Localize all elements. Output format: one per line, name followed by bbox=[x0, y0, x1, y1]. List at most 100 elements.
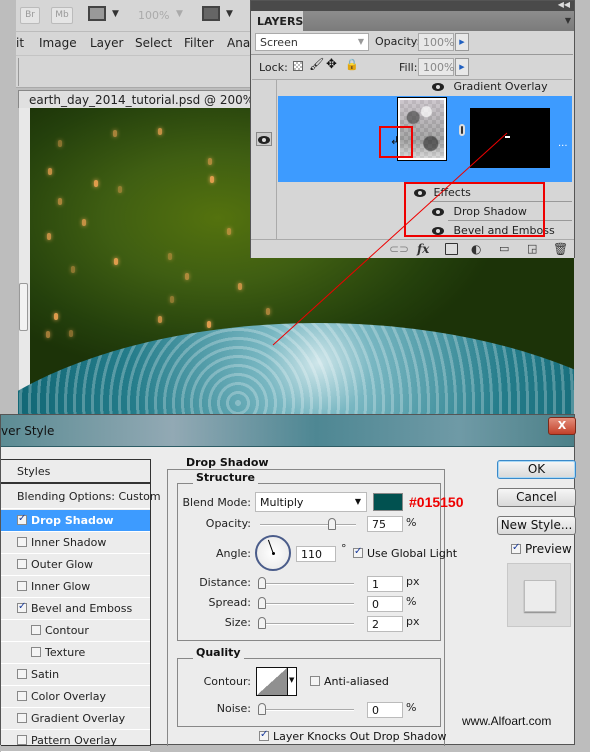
blend-mode-select[interactable]: Multiply ▼ bbox=[255, 492, 367, 512]
cancel-button[interactable]: Cancel bbox=[497, 488, 576, 507]
angle-dial[interactable] bbox=[255, 535, 291, 571]
style-item-contour[interactable]: Contour bbox=[1, 620, 150, 642]
checkbox[interactable] bbox=[17, 691, 27, 701]
bridge-button[interactable]: Br bbox=[20, 7, 40, 24]
new-style-button[interactable]: New Style... bbox=[497, 516, 576, 535]
style-item-bevel-and-emboss[interactable]: Bevel and Emboss bbox=[1, 598, 150, 620]
checkbox[interactable] bbox=[17, 537, 27, 547]
panel-menu-icon[interactable]: ▼ bbox=[565, 16, 571, 25]
style-item-satin[interactable]: Satin bbox=[1, 664, 150, 686]
spread-slider[interactable] bbox=[258, 597, 354, 609]
checkbox[interactable] bbox=[511, 542, 521, 554]
lock-image-brush-icon[interactable]: 🖌 bbox=[309, 57, 324, 71]
checkbox[interactable] bbox=[17, 513, 27, 525]
chevron-down-icon[interactable]: ▼ bbox=[176, 9, 183, 19]
fill-slider-button[interactable]: ▶ bbox=[455, 58, 469, 76]
checkbox[interactable] bbox=[310, 676, 320, 686]
style-item-inner-glow[interactable]: Inner Glow bbox=[1, 576, 150, 598]
style-item-inner-shadow[interactable]: Inner Shadow bbox=[1, 532, 150, 554]
style-item-gradient-overlay[interactable]: Gradient Overlay bbox=[1, 708, 150, 730]
knockout-checkbox[interactable]: Layer Knocks Out Drop Shadow bbox=[259, 729, 447, 743]
close-button[interactable]: X bbox=[548, 417, 576, 435]
ok-button[interactable]: OK bbox=[497, 460, 576, 479]
menu-select[interactable]: Select bbox=[135, 36, 172, 50]
checkbox[interactable] bbox=[17, 581, 27, 591]
chevron-down-icon[interactable]: ▼ bbox=[226, 9, 233, 19]
lock-all-icon[interactable]: 🔒 bbox=[345, 58, 359, 71]
lock-position-icon[interactable]: ✥ bbox=[326, 57, 337, 72]
opacity-input[interactable]: 75 bbox=[367, 516, 403, 532]
opacity-slider[interactable] bbox=[260, 518, 356, 530]
layer-mask-thumbnail[interactable] bbox=[470, 108, 550, 168]
new-group-icon[interactable]: ▭ bbox=[499, 242, 509, 255]
scrollbar-thumb[interactable] bbox=[19, 283, 28, 331]
new-layer-icon[interactable]: ◲ bbox=[527, 242, 537, 255]
menu-edit[interactable]: it bbox=[16, 36, 24, 50]
zoom-level-field[interactable]: 100% bbox=[138, 9, 169, 22]
opacity-slider-button[interactable]: ▶ bbox=[455, 33, 469, 51]
effect-gradient-overlay[interactable]: Gradient Overlay bbox=[432, 80, 548, 93]
tab-layers[interactable]: LAYERS bbox=[251, 11, 303, 31]
checkbox[interactable] bbox=[17, 601, 27, 613]
slider-knob[interactable] bbox=[258, 617, 266, 629]
view-extras-icon[interactable] bbox=[88, 6, 106, 21]
vertical-scrollbar[interactable] bbox=[18, 108, 30, 414]
menu-layer[interactable]: Layer bbox=[90, 36, 123, 50]
eye-icon[interactable] bbox=[432, 83, 444, 91]
size-input[interactable]: 2 bbox=[367, 616, 403, 632]
menu-image[interactable]: Image bbox=[39, 36, 77, 50]
slider-knob[interactable] bbox=[258, 597, 266, 609]
document-tab[interactable]: earth_day_2014_tutorial.psd @ 200% (Ice0… bbox=[18, 90, 295, 108]
spread-input[interactable]: 0 bbox=[367, 596, 403, 612]
blending-options[interactable]: Blending Options: Custom bbox=[1, 485, 161, 509]
slider-knob[interactable] bbox=[328, 518, 336, 530]
fx-icon[interactable]: fx bbox=[417, 242, 429, 256]
size-slider[interactable] bbox=[258, 617, 354, 629]
checkbox[interactable] bbox=[17, 735, 27, 745]
collapse-panel-icon[interactable]: ◀◀ bbox=[558, 0, 570, 9]
anti-aliased-checkbox[interactable]: Anti-aliased bbox=[310, 675, 389, 688]
checkbox[interactable] bbox=[31, 625, 41, 635]
checkbox[interactable] bbox=[31, 647, 41, 657]
link-layers-icon[interactable]: ⊂⊃ bbox=[389, 242, 409, 256]
style-item-texture[interactable]: Texture bbox=[1, 642, 150, 664]
trash-icon[interactable]: 🗑 bbox=[553, 242, 568, 256]
checkbox[interactable] bbox=[353, 546, 363, 558]
style-item-outer-glow[interactable]: Outer Glow bbox=[1, 554, 150, 576]
angle-input[interactable]: 110 bbox=[296, 546, 336, 562]
fill-field[interactable]: 100% bbox=[418, 58, 454, 76]
arrange-documents-icon[interactable] bbox=[202, 6, 220, 21]
shadow-color-swatch[interactable] bbox=[373, 493, 403, 511]
menu-filter[interactable]: Filter bbox=[184, 36, 214, 50]
opacity-field[interactable]: 100% bbox=[418, 33, 454, 51]
noise-slider[interactable] bbox=[258, 703, 354, 715]
style-item-color-overlay[interactable]: Color Overlay bbox=[1, 686, 150, 708]
noise-input[interactable]: 0 bbox=[367, 702, 403, 718]
distance-input[interactable]: 1 bbox=[367, 576, 403, 592]
bokeh-particle bbox=[158, 316, 162, 323]
contour-picker[interactable]: ▼ bbox=[256, 667, 297, 696]
adjustment-layer-icon[interactable]: ◐ bbox=[471, 242, 481, 256]
add-mask-icon[interactable] bbox=[445, 243, 458, 255]
styles-header[interactable]: Styles bbox=[1, 460, 150, 484]
checkbox[interactable] bbox=[17, 713, 27, 723]
style-item-pattern-overlay[interactable]: Pattern Overlay bbox=[1, 730, 150, 752]
distance-slider[interactable] bbox=[258, 577, 354, 589]
lock-transparent-icon[interactable] bbox=[293, 61, 303, 71]
preview-checkbox[interactable]: Preview bbox=[511, 542, 572, 556]
checkbox[interactable] bbox=[17, 669, 27, 679]
slider-knob[interactable] bbox=[258, 577, 266, 589]
dialog-titlebar[interactable]: ver Style X bbox=[1, 415, 576, 447]
mini-bridge-button[interactable]: Mb bbox=[51, 7, 73, 24]
slider-knob[interactable] bbox=[258, 703, 266, 715]
blend-mode-select[interactable]: Screen ▼ bbox=[255, 33, 369, 51]
checkbox[interactable] bbox=[259, 729, 269, 741]
layer-row-selected[interactable]: ↲ ... bbox=[278, 96, 572, 182]
layer-visibility-toggle[interactable] bbox=[256, 132, 272, 146]
style-item-drop-shadow[interactable]: Drop Shadow bbox=[1, 510, 150, 532]
chevron-down-icon[interactable]: ▼ bbox=[112, 9, 119, 19]
layers-panel: ◀◀ LAYERS ▼ Screen ▼ Opacity: 100% ▶ Loc… bbox=[250, 0, 575, 258]
checkbox[interactable] bbox=[17, 559, 27, 569]
use-global-light-checkbox[interactable]: Use Global Light bbox=[353, 546, 457, 560]
link-chain-icon[interactable] bbox=[459, 124, 465, 136]
